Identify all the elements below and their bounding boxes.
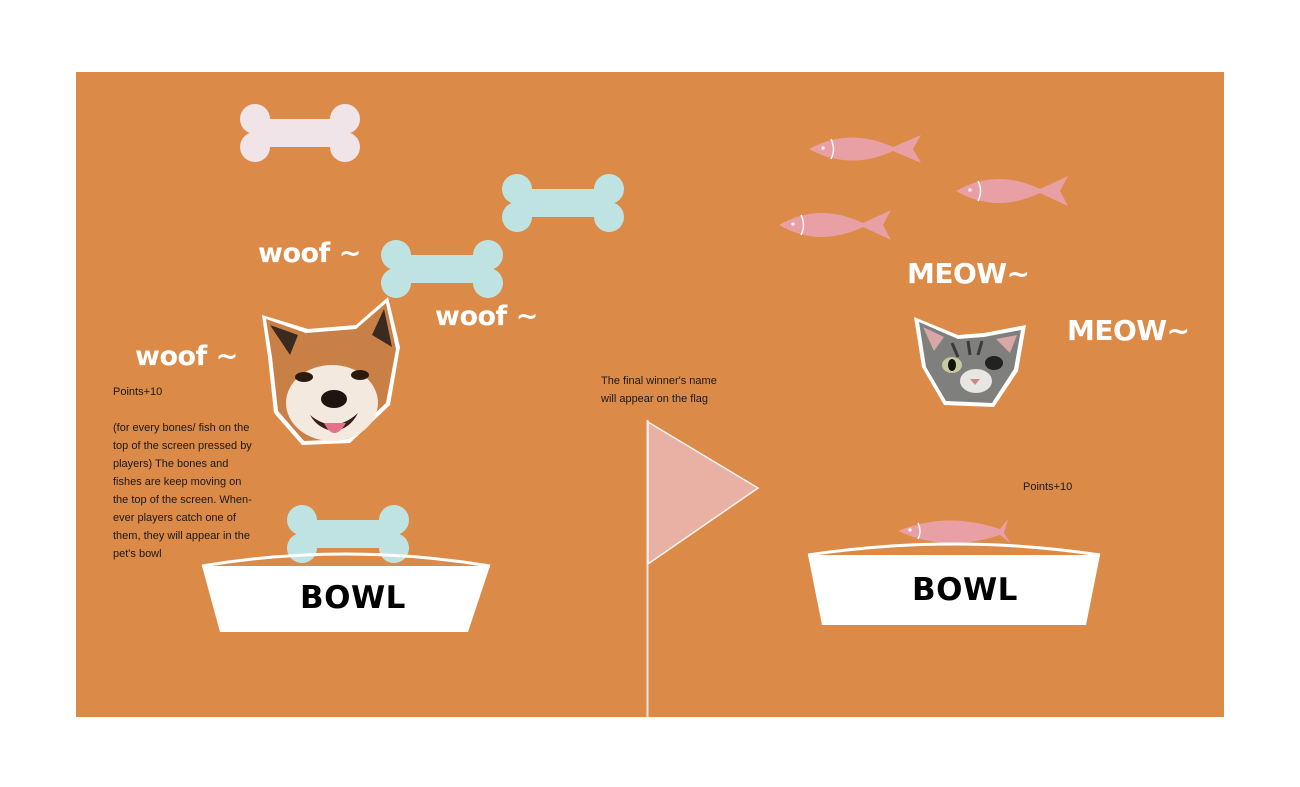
dog-bowl-label: BOWL: [300, 580, 406, 616]
dog-bark-text: woof ~: [435, 301, 538, 332]
cat-bowl-label: BOWL: [912, 572, 1018, 608]
bone-target-pale[interactable]: [238, 104, 362, 162]
instruction-line: players) The bones and: [113, 458, 229, 470]
instruction-line: (for every bones/ fish on the: [113, 422, 250, 434]
fish-target[interactable]: [809, 135, 921, 163]
game-board: woof ~ woof ~ woof ~ Points+10 (for ever…: [76, 72, 1224, 717]
winner-flag-icon: [646, 420, 760, 717]
shiba-dog-face-icon: [262, 297, 400, 445]
fish-target[interactable]: [779, 210, 891, 240]
flag-note-line: The final winner's name: [601, 375, 717, 387]
fish-target[interactable]: [956, 176, 1068, 206]
dog-bark-text: woof ~: [135, 341, 238, 372]
flag-note-line: will appear on the flag: [601, 393, 709, 405]
dog-bark-text: woof ~: [258, 238, 361, 269]
dog-points-label: Points+10: [113, 386, 163, 398]
instruction-line: top of the screen pressed by: [113, 440, 252, 452]
bone-target-blue-middle[interactable]: [379, 240, 505, 298]
tabby-cat-face-icon: [914, 317, 1026, 407]
flag-note: The final winner's name will appear on t…: [601, 372, 761, 408]
bone-target-blue-top[interactable]: [500, 174, 626, 232]
cat-points-label: Points+10: [1023, 481, 1073, 493]
cat-meow-text: MEOW~: [907, 257, 1030, 290]
cat-bowl: [807, 519, 1101, 625]
cat-meow-text: MEOW~: [1067, 314, 1190, 347]
instruction-line: fishes are keep moving on: [113, 476, 242, 488]
dog-bowl: [201, 505, 491, 632]
